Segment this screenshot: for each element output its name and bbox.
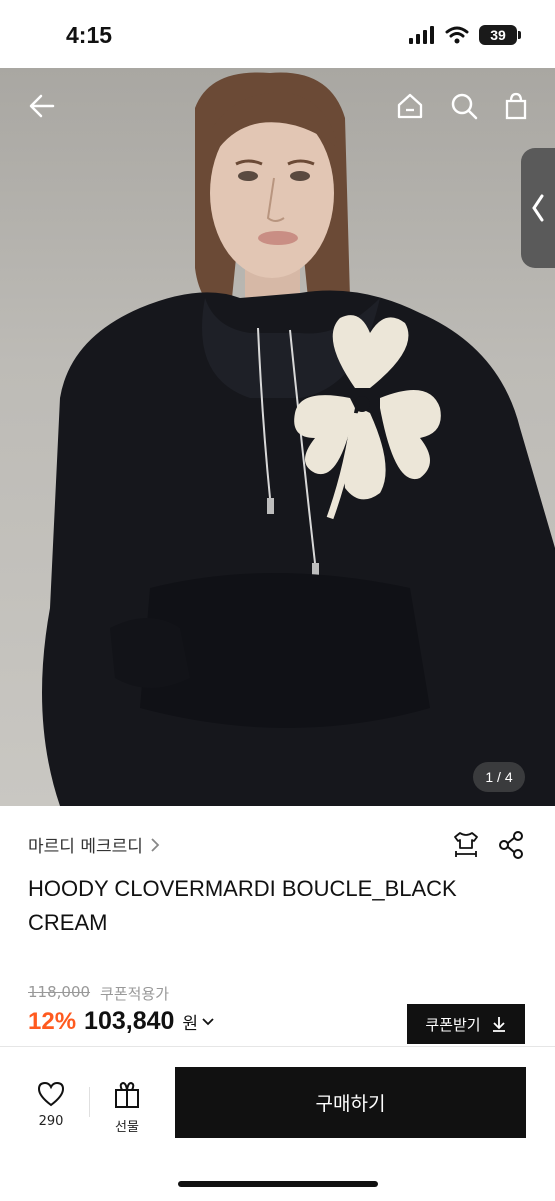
side-panel-handle[interactable]: [521, 148, 555, 268]
battery-level: 39: [490, 27, 506, 43]
product-image-carousel[interactable]: 1 / 4: [0, 68, 555, 806]
sale-price: 103,840: [84, 1007, 175, 1035]
sale-price-row[interactable]: 12% 103,840 원: [28, 1007, 214, 1036]
image-page-counter: 1 / 4: [473, 762, 525, 792]
currency-unit: 원: [182, 1014, 199, 1034]
coupon-button-label: 쿠폰받기: [425, 1015, 481, 1034]
share-icon[interactable]: [497, 830, 525, 860]
size-guide-icon[interactable]: [451, 830, 481, 860]
gift-button[interactable]: 선물: [102, 1081, 152, 1135]
signal-icon: [409, 26, 434, 44]
home-indicator: [178, 1181, 378, 1187]
brand-name: 마르디 메크르디: [28, 837, 143, 857]
status-bar: 4:15 39: [0, 0, 555, 68]
currency-dropdown[interactable]: 원: [182, 1009, 214, 1034]
like-count: 290: [38, 1114, 64, 1129]
like-button[interactable]: 290: [26, 1081, 76, 1129]
download-icon: [492, 1017, 505, 1032]
original-price-row: 118,000 쿠폰적용가: [28, 983, 169, 1004]
back-button[interactable]: [22, 86, 62, 126]
product-photo: [42, 72, 555, 806]
chevron-right-icon: [151, 837, 160, 852]
product-actions: [451, 830, 525, 860]
home-icon: [397, 93, 423, 119]
gift-icon: [115, 1081, 139, 1108]
original-price: 118,000: [28, 983, 91, 1001]
arrow-left-icon: [29, 94, 55, 118]
battery-indicator: 39: [479, 25, 521, 45]
gift-label: 선물: [115, 1120, 139, 1135]
discount-rate: 12%: [28, 1008, 77, 1035]
status-icons: 39: [409, 25, 521, 45]
home-button[interactable]: [390, 86, 430, 126]
chevron-left-icon: [532, 194, 544, 222]
chevron-down-icon: [202, 1017, 214, 1025]
heart-icon: [37, 1081, 65, 1107]
status-time: 4:15: [66, 22, 113, 48]
buy-button[interactable]: 구매하기: [175, 1067, 526, 1138]
coupon-download-button[interactable]: 쿠폰받기: [407, 1004, 525, 1044]
coupon-price-label: 쿠폰적용가: [100, 985, 170, 1003]
search-icon: [451, 93, 478, 120]
search-button[interactable]: [444, 86, 484, 126]
cart-button[interactable]: [496, 86, 536, 126]
bottom-divider: [89, 1087, 90, 1117]
wifi-icon: [445, 26, 469, 44]
product-title: HOODY CLOVERMARDI BOUCLE_BLACK CREAM: [28, 876, 457, 935]
brand-link[interactable]: 마르디 메크르디: [28, 832, 161, 857]
shopping-bag-icon: [505, 92, 527, 120]
bottom-action-bar: 290 선물 구매하기: [0, 1046, 555, 1201]
